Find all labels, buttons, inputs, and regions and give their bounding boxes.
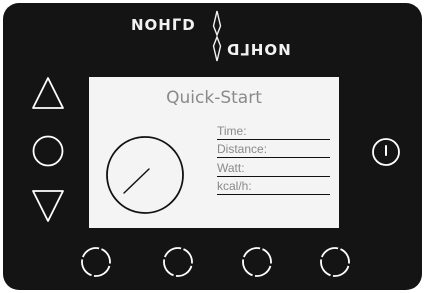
down-button[interactable] [30, 188, 66, 224]
kcal-field: kcal/h: [217, 178, 330, 195]
soft-button-2[interactable] [161, 245, 195, 279]
power-button[interactable] [370, 136, 402, 168]
time-field: Time: [217, 123, 330, 140]
triangle-down-icon [32, 190, 64, 222]
watt-field: Watt: [217, 160, 330, 177]
brand-diamond-top-icon [212, 10, 222, 36]
circle-icon [163, 247, 193, 277]
soft-button-4[interactable] [318, 245, 352, 279]
dial-needle [123, 168, 150, 194]
soft-button-3[interactable] [240, 245, 274, 279]
brand-logo-bottom: NOHᒥD [226, 40, 291, 58]
screen-title: Quick-Start [166, 88, 262, 108]
brand-diamond-bottom-icon [212, 36, 222, 62]
brand-logo-top: NOHᒥD [131, 16, 196, 34]
select-button[interactable] [31, 134, 65, 168]
up-button[interactable] [30, 75, 66, 111]
distance-field: Distance: [217, 141, 330, 158]
circle-icon [320, 247, 350, 277]
circle-icon [81, 247, 111, 277]
circle-icon [32, 135, 64, 167]
soft-button-1[interactable] [79, 245, 113, 279]
circle-icon [242, 247, 272, 277]
triangle-up-icon [32, 77, 64, 109]
dial-gauge [106, 136, 184, 214]
